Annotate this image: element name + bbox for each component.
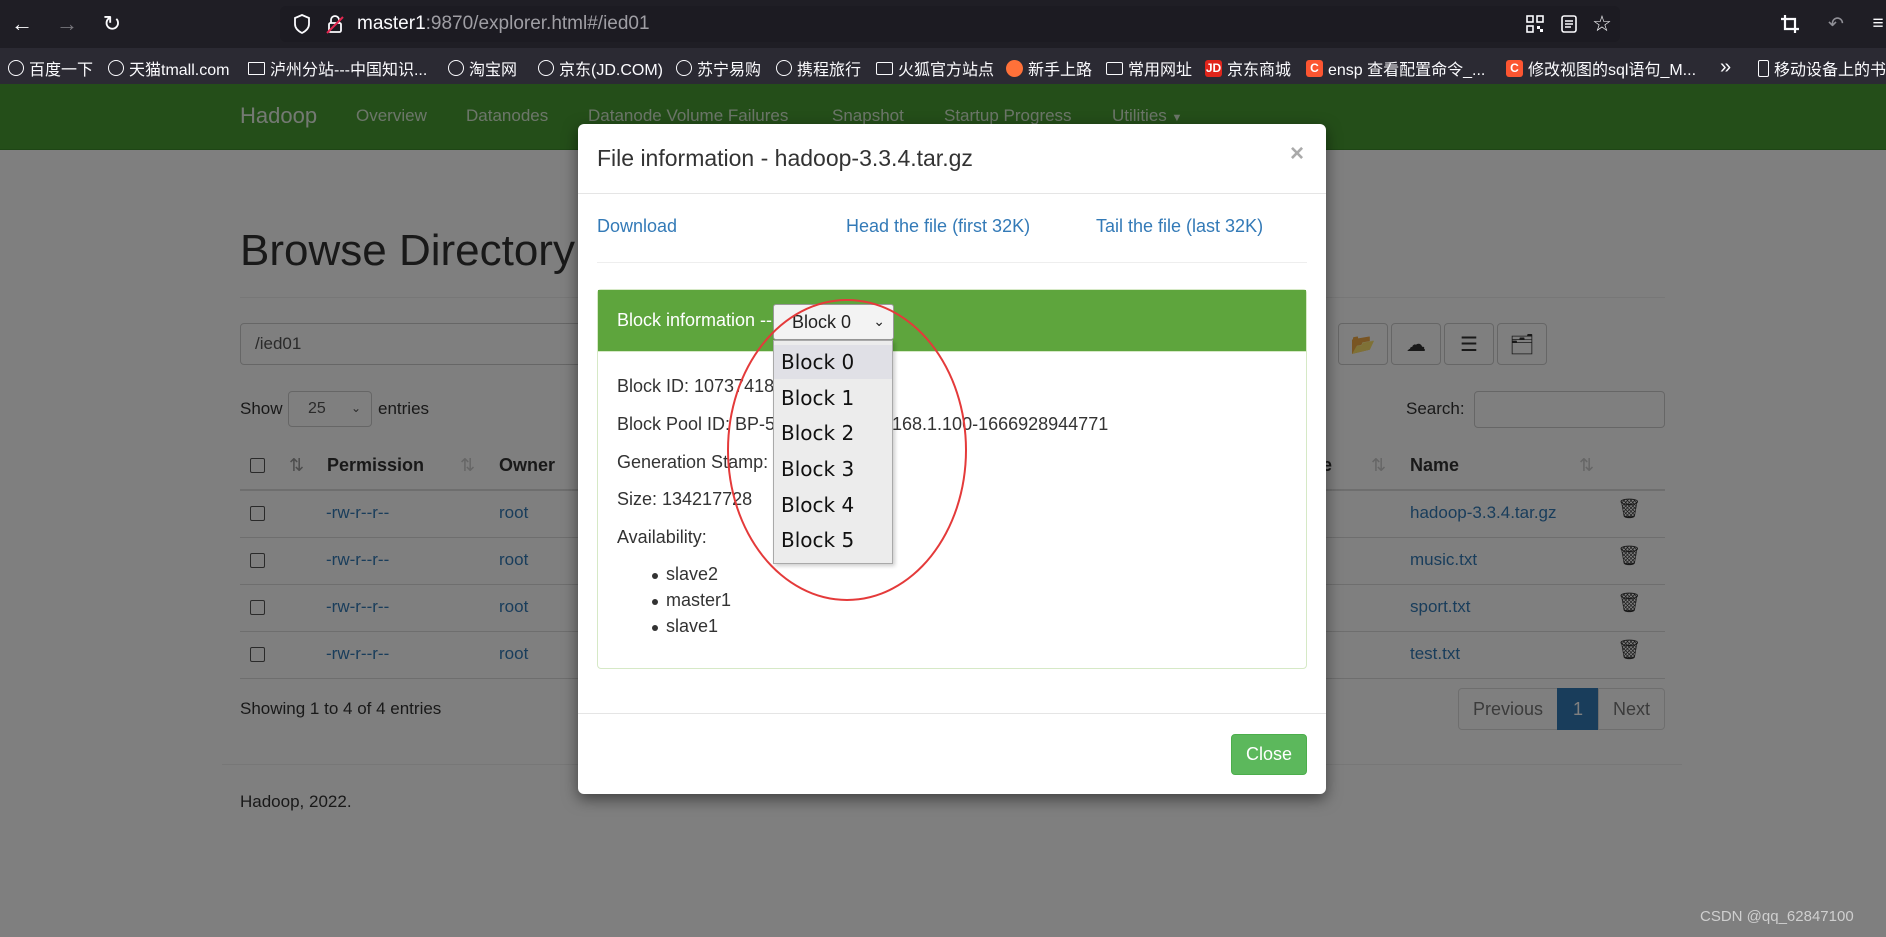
csdn-watermark: CSDN @qq_62847100 <box>1700 908 1854 925</box>
back-arrow-icon[interactable]: ← <box>8 10 36 38</box>
csdn-icon: C <box>1506 59 1523 77</box>
insecure-lock-icon[interactable] <box>323 12 347 36</box>
globe-icon <box>538 60 554 76</box>
availability-node: slave1 <box>666 616 719 636</box>
url-text[interactable]: master1:9870/explorer.html#/ied01 <box>357 13 650 35</box>
bullet <box>652 625 658 631</box>
bookmark-luzhou[interactable]: 泸州分站---中国知识... <box>248 56 427 80</box>
crop-screenshot-icon[interactable] <box>1778 12 1802 36</box>
modal-title: File information - hadoop-3.3.4.tar.gz <box>597 145 973 171</box>
bookmark-tmall[interactable]: 天猫tmall.com <box>108 56 229 80</box>
shield-icon[interactable] <box>290 12 314 36</box>
bullet <box>652 599 658 605</box>
firefox-icon <box>1006 59 1023 77</box>
red-annotation-circle <box>727 299 967 601</box>
reader-view-icon[interactable] <box>1557 12 1581 36</box>
bullet <box>652 573 658 579</box>
globe-icon <box>108 60 124 76</box>
availability-node: slave2 <box>666 564 719 584</box>
bookmark-star-icon[interactable]: ☆ <box>1590 11 1614 36</box>
bookmark-getting-started[interactable]: 新手上路 <box>1006 56 1092 80</box>
tail-file-link[interactable]: Tail the file (last 32K) <box>1096 216 1263 237</box>
download-link[interactable]: Download <box>597 216 677 237</box>
bookmark-taobao[interactable]: 淘宝网 <box>448 56 517 80</box>
jd-icon: JD <box>1205 59 1222 77</box>
close-button[interactable]: Close <box>1231 734 1307 775</box>
undo-icon[interactable]: ↶ <box>1824 12 1848 36</box>
globe-icon <box>776 60 792 76</box>
bookmarks-bar: 百度一下 天猫tmall.com 泸州分站---中国知识... 淘宝网 京东(J… <box>0 48 1886 84</box>
bookmark-ensp[interactable]: Censp 查看配置命令_... <box>1306 56 1485 80</box>
bookmark-common-urls[interactable]: 常用网址 <box>1106 56 1192 80</box>
csdn-icon: C <box>1306 59 1323 77</box>
menu-icon[interactable]: ≡ <box>1866 12 1886 36</box>
bookmark-jd-mall[interactable]: JD 京东商城 <box>1205 56 1291 80</box>
close-icon[interactable]: × <box>1290 140 1304 168</box>
bookmark-suning[interactable]: 苏宁易购 <box>676 56 761 80</box>
bookmark-firefox-site[interactable]: 火狐官方站点 <box>876 56 994 80</box>
availability-label: Availability: <box>617 527 707 547</box>
globe-icon <box>448 60 464 76</box>
modal-footer-divider <box>578 713 1326 714</box>
bookmark-mobile[interactable]: 移动设备上的书签 <box>1758 56 1886 80</box>
bookmark-jd[interactable]: 京东(JD.COM) <box>538 56 663 80</box>
modal-header-divider <box>578 193 1326 194</box>
bookmark-sql-view[interactable]: C 修改视图的sql语句_M... <box>1506 56 1696 80</box>
bookmark-baidu[interactable]: 百度一下 <box>8 56 93 80</box>
globe-icon <box>676 60 692 76</box>
mobile-icon <box>1758 59 1769 77</box>
links-divider <box>597 262 1307 263</box>
site-icon <box>248 61 265 75</box>
head-file-link[interactable]: Head the file (first 32K) <box>846 216 1030 237</box>
more-bookmarks-chevron-icon[interactable]: » <box>1720 56 1731 79</box>
bookmark-ctrip[interactable]: 携程旅行 <box>776 56 861 80</box>
globe-icon <box>8 60 24 76</box>
reload-icon[interactable]: ↻ <box>98 10 126 38</box>
forward-arrow-icon[interactable]: → <box>53 10 81 38</box>
folder-icon <box>1106 61 1123 75</box>
folder-icon <box>876 61 893 75</box>
availability-node: master1 <box>666 590 732 610</box>
block-info-label: Block information -- <box>617 310 773 330</box>
qr-code-icon[interactable] <box>1523 12 1547 36</box>
